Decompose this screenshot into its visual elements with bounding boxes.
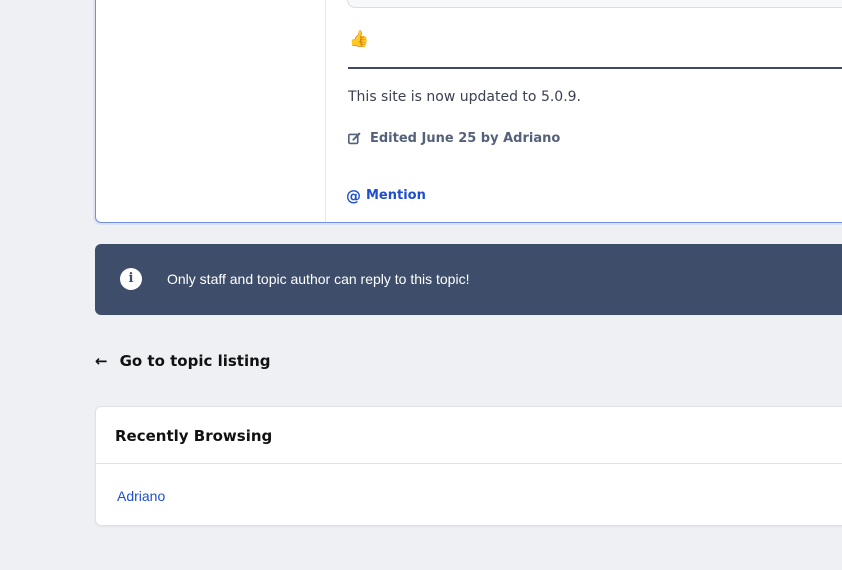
divider xyxy=(96,463,842,464)
back-link-label: Go to topic listing xyxy=(119,352,271,370)
edit-icon xyxy=(348,132,361,145)
mention-label: Mention xyxy=(366,188,426,203)
browsing-user-link[interactable]: Adriano xyxy=(117,488,165,504)
go-to-topic-listing-link[interactable]: ← Go to topic listing xyxy=(95,352,271,370)
post-card: 👍 This site is now updated to 5.0.9. Edi… xyxy=(95,0,842,223)
quote-box xyxy=(347,0,842,8)
post-author-column xyxy=(96,0,326,222)
post-separator xyxy=(348,67,842,69)
at-icon: @ xyxy=(346,186,361,205)
edited-text: Edited June 25 by Adriano xyxy=(370,131,561,146)
recently-browsing-panel: Recently Browsing Adriano xyxy=(95,406,842,526)
info-icon: i xyxy=(120,268,142,290)
post-body-text: This site is now updated to 5.0.9. xyxy=(348,89,582,105)
recently-browsing-title: Recently Browsing xyxy=(115,427,273,445)
arrow-left-icon: ← xyxy=(95,352,108,370)
notice-text: Only staff and topic author can reply to… xyxy=(167,271,470,287)
edited-notice: Edited June 25 by Adriano xyxy=(348,131,560,146)
mention-button[interactable]: @ Mention xyxy=(346,188,426,203)
thumbs-up-icon[interactable]: 👍 xyxy=(349,29,369,49)
reply-restriction-notice: i Only staff and topic author can reply … xyxy=(95,244,842,315)
